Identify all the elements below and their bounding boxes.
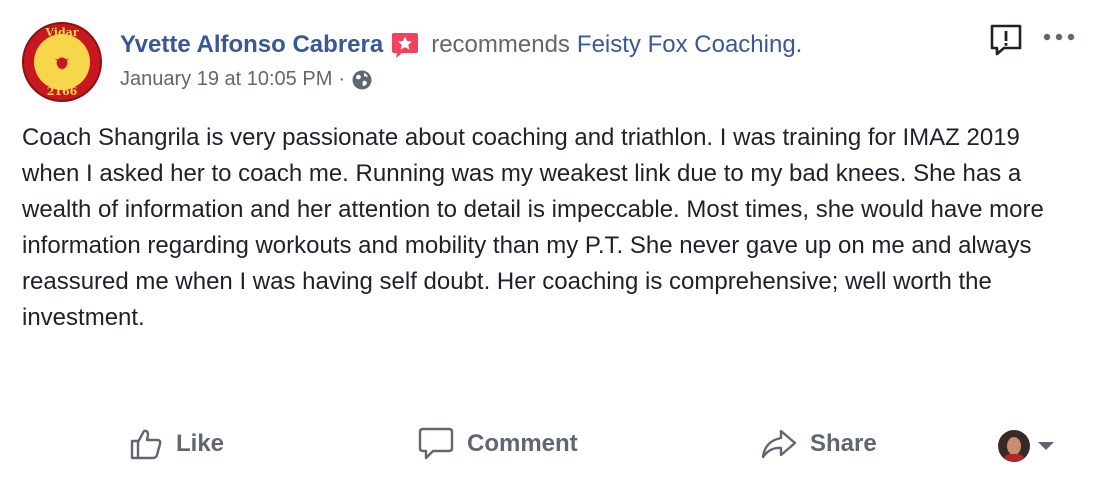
like-label: Like: [176, 430, 225, 457]
comment-button[interactable]: Comment: [417, 422, 578, 466]
author-avatar[interactable]: Vidar 2166: [22, 22, 102, 102]
post-as-selector[interactable]: [998, 430, 1054, 462]
comment-bubble-icon: [418, 427, 454, 460]
more-options-icon[interactable]: [1042, 30, 1076, 44]
post-meta: January 19 at 10:05 PM ·: [120, 68, 373, 91]
share-arrow-icon: [761, 429, 797, 459]
avatar-bottom-text: 2166: [46, 85, 78, 98]
share-button[interactable]: Share: [760, 422, 877, 466]
like-button[interactable]: Like: [128, 422, 224, 466]
post-body: Coach Shangrila is very passionate about…: [22, 124, 1044, 331]
chevron-down-icon: [1038, 442, 1054, 450]
recommendation-star-icon: [392, 33, 419, 58]
action-bar: Like Comment Share: [0, 422, 1094, 466]
post-timestamp[interactable]: January 19 at 10:05 PM: [120, 68, 332, 91]
avatar-emblem-background: [34, 34, 90, 90]
thumbs-up-icon: [130, 429, 162, 460]
report-icon[interactable]: [988, 22, 1024, 58]
meta-separator: ·: [338, 68, 346, 90]
recommends-text: recommends: [431, 31, 570, 58]
globe-icon[interactable]: [351, 69, 373, 91]
post-header: Yvette Alfonso Cabrera recommends Feisty…: [120, 28, 802, 62]
eagle-globe-anchor-icon: [54, 57, 70, 70]
comment-label: Comment: [467, 430, 578, 457]
viewer-avatar: [998, 430, 1030, 462]
share-label: Share: [810, 430, 877, 457]
page-link[interactable]: Feisty Fox Coaching.: [577, 31, 802, 59]
author-name-link[interactable]: Yvette Alfonso Cabrera: [120, 31, 383, 59]
